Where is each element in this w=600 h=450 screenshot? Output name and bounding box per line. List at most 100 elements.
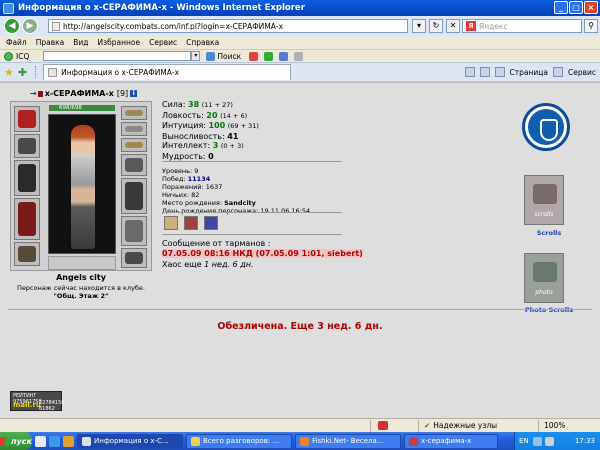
order-badge-icon[interactable] bbox=[204, 216, 218, 230]
task-fishki[interactable]: Fishki.Net- Весела... bbox=[295, 433, 401, 449]
weapon-slot-icon[interactable] bbox=[14, 160, 40, 196]
address-dropdown-icon[interactable]: ▾ bbox=[412, 19, 426, 33]
bracers-slot-icon[interactable] bbox=[14, 134, 40, 158]
private-message-arrow-icon[interactable]: → bbox=[30, 89, 37, 98]
menu-file[interactable]: Файл bbox=[6, 38, 27, 47]
armor-slot-icon[interactable] bbox=[14, 198, 40, 240]
birthplace-label: Место рождения: bbox=[162, 199, 223, 207]
amulet-slot-icon[interactable] bbox=[121, 122, 147, 136]
boots-slot-icon[interactable] bbox=[121, 248, 147, 268]
favorites-star-icon[interactable]: ★ bbox=[4, 66, 14, 79]
search-go-icon[interactable]: ⚲ bbox=[584, 19, 598, 33]
back-icon[interactable]: ◀ bbox=[4, 18, 20, 34]
status-separator bbox=[418, 420, 419, 432]
icq-games-icon[interactable] bbox=[264, 51, 274, 61]
menu-tools[interactable]: Сервис bbox=[149, 38, 177, 47]
gloves-slot-icon[interactable] bbox=[121, 154, 147, 176]
draws-value: 82 bbox=[191, 191, 200, 199]
character-name: х-СЕРАФИМА-х bbox=[44, 89, 114, 98]
character-city: Angels city bbox=[56, 273, 106, 282]
character-portrait bbox=[48, 114, 116, 254]
add-favorite-icon[interactable]: ✚ bbox=[18, 66, 27, 79]
tools-menu[interactable]: Сервис bbox=[568, 68, 596, 77]
address-input[interactable]: http://angelscity.combats.com/inf.pl?log… bbox=[48, 19, 408, 33]
page-menu[interactable]: Страница bbox=[510, 68, 548, 77]
message-line: 07.05.09 08:16 НКД (07.05.09 1:01, siebe… bbox=[162, 249, 363, 258]
shield-slot-icon[interactable] bbox=[121, 178, 147, 214]
leggings-slot-icon[interactable] bbox=[121, 216, 147, 246]
level-label: Уровень: bbox=[162, 167, 193, 175]
icq-dropdown-icon[interactable]: ▾ bbox=[191, 51, 201, 61]
stat-label: Ловкость: bbox=[162, 110, 204, 120]
photo-scrolls-banner-icon[interactable]: photo bbox=[524, 253, 564, 303]
character-doll: 698/698 bbox=[10, 101, 152, 271]
close-button[interactable]: × bbox=[584, 1, 598, 14]
clock: 17:33 bbox=[574, 437, 595, 445]
zone-label: Надежные узлы bbox=[433, 421, 498, 430]
window-titlebar: Информация о х-СЕРАФИМА-х - Windows Inte… bbox=[0, 0, 600, 16]
hp-bar: 698/698 bbox=[49, 105, 115, 111]
quicklaunch-ie-icon[interactable] bbox=[49, 435, 60, 447]
start-button[interactable]: пуск bbox=[0, 432, 32, 450]
character-figure bbox=[71, 125, 95, 249]
belt-slot-icon[interactable] bbox=[14, 242, 40, 266]
menu-help[interactable]: Справка bbox=[186, 38, 219, 47]
mailru-counter[interactable]: РЕЙТИНГ 975961758 mail.ru 22784158 61862 bbox=[10, 391, 64, 411]
page-icon bbox=[52, 21, 60, 31]
icq-mail-icon[interactable] bbox=[279, 51, 289, 61]
scroll-badge-icon[interactable] bbox=[164, 216, 178, 230]
icq-more-icon[interactable] bbox=[294, 51, 304, 61]
rings-slot-icon[interactable] bbox=[121, 138, 147, 152]
badges-row bbox=[164, 216, 218, 230]
room-name: "Общ. Этаж 2" bbox=[53, 292, 109, 300]
character-header: → х-СЕРАФИМА-х [9] i bbox=[30, 89, 138, 98]
home-icon[interactable] bbox=[464, 67, 475, 77]
zoom-level[interactable]: 100% bbox=[544, 421, 565, 430]
stop-icon[interactable]: ✕ bbox=[446, 19, 460, 33]
task-character[interactable]: х-серафима-х bbox=[404, 433, 498, 449]
volume-icon[interactable] bbox=[544, 436, 554, 446]
security-zone[interactable]: ✔ Надежные узлы bbox=[424, 421, 497, 430]
maximize-button[interactable]: □ bbox=[569, 1, 583, 14]
task-chat[interactable]: Всего разговоров: ... bbox=[186, 433, 292, 449]
info-icon[interactable]: i bbox=[130, 90, 138, 97]
message-text: 07.05.09 08:16 НКД (07.05.09 1:01, siebe… bbox=[162, 249, 363, 258]
icq-label[interactable]: ICQ bbox=[16, 52, 29, 61]
refresh-icon[interactable]: ↻ bbox=[429, 19, 443, 33]
wins-label: Побед: bbox=[162, 175, 186, 183]
helmet-slot-icon[interactable] bbox=[14, 106, 40, 132]
icq-search-button[interactable]: Поиск bbox=[217, 52, 241, 61]
task-label: Fishki.Net- Весела... bbox=[312, 437, 384, 445]
scrolls-link[interactable]: Scrolls bbox=[514, 229, 584, 237]
task-game-icon bbox=[409, 436, 418, 446]
tab-active[interactable]: Информация о х-СЕРАФИМА-х bbox=[43, 64, 292, 80]
forward-icon[interactable]: ▶ bbox=[22, 18, 38, 34]
photo-scrolls-link[interactable]: Photo Scrolls bbox=[514, 306, 584, 314]
search-input[interactable]: Я Яндекс bbox=[462, 19, 582, 33]
stat-label: Выносливость: bbox=[162, 131, 225, 141]
network-icon[interactable] bbox=[532, 436, 542, 446]
clan-badge-icon[interactable] bbox=[184, 216, 198, 230]
menu-edit[interactable]: Правка bbox=[36, 38, 65, 47]
popup-blocked-icon[interactable] bbox=[378, 421, 388, 430]
minimize-button[interactable]: _ bbox=[554, 1, 568, 14]
start-label: пуск bbox=[11, 436, 32, 446]
menu-favorites[interactable]: Избранное bbox=[98, 38, 141, 47]
task-label: Всего разговоров: ... bbox=[203, 437, 280, 445]
task-ie-info[interactable]: Информация о х-С... bbox=[77, 433, 183, 449]
scrolls-banner-icon[interactable]: scrolls bbox=[524, 175, 564, 225]
print-icon[interactable] bbox=[494, 67, 505, 77]
windows-flag-icon bbox=[0, 436, 10, 446]
feeds-icon[interactable] bbox=[479, 67, 490, 77]
tools-icon[interactable] bbox=[552, 67, 563, 77]
menu-view[interactable]: Вид bbox=[73, 38, 88, 47]
quicklaunch-desktop-icon[interactable] bbox=[35, 435, 46, 447]
stat-value: 38 bbox=[188, 100, 200, 109]
earrings-slot-icon[interactable] bbox=[121, 106, 147, 120]
scorpion-emblem-icon[interactable] bbox=[522, 103, 570, 151]
status-separator bbox=[370, 420, 371, 432]
quicklaunch-media-icon[interactable] bbox=[63, 435, 74, 447]
icq-search-input[interactable] bbox=[43, 51, 192, 61]
language-indicator[interactable]: EN bbox=[519, 437, 529, 445]
icq-news-icon[interactable] bbox=[249, 51, 259, 61]
